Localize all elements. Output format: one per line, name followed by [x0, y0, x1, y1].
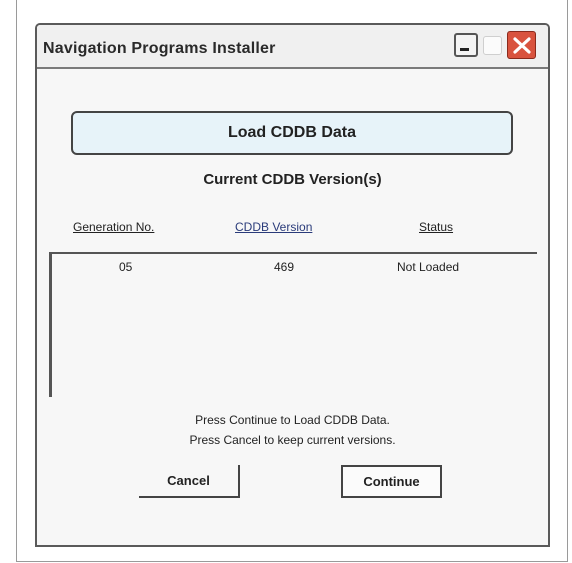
title-bar[interactable]: Navigation Programs Installer [37, 25, 548, 69]
installer-window: Navigation Programs Installer Load CDDB … [35, 23, 550, 547]
load-cddb-button[interactable]: Load CDDB Data [71, 111, 513, 155]
window-title: Navigation Programs Installer [43, 40, 276, 57]
table-cell-cddb-version: 469 [274, 260, 295, 274]
table-cell-status: Not Loaded [397, 260, 460, 274]
close-icon [513, 37, 531, 54]
instruction-cancel: Press Cancel to keep current versions. [189, 433, 396, 447]
column-header-cddb-version[interactable]: CDDB Version [235, 220, 312, 234]
minimize-button[interactable] [454, 33, 478, 57]
cancel-button[interactable]: Cancel [139, 465, 240, 498]
close-button[interactable] [507, 31, 536, 59]
dialog-content: Load CDDB Data Current CDDB Version(s) G… [37, 69, 548, 545]
column-header-status[interactable]: Status [419, 220, 453, 234]
minimize-icon [460, 48, 469, 51]
section-title: Current CDDB Version(s) [203, 171, 382, 188]
table-cell-generation: 05 [119, 260, 133, 274]
continue-button[interactable]: Continue [341, 465, 442, 498]
instruction-continue: Press Continue to Load CDDB Data. [195, 413, 390, 427]
column-header-generation[interactable]: Generation No. [73, 220, 154, 234]
maximize-button [483, 36, 502, 55]
